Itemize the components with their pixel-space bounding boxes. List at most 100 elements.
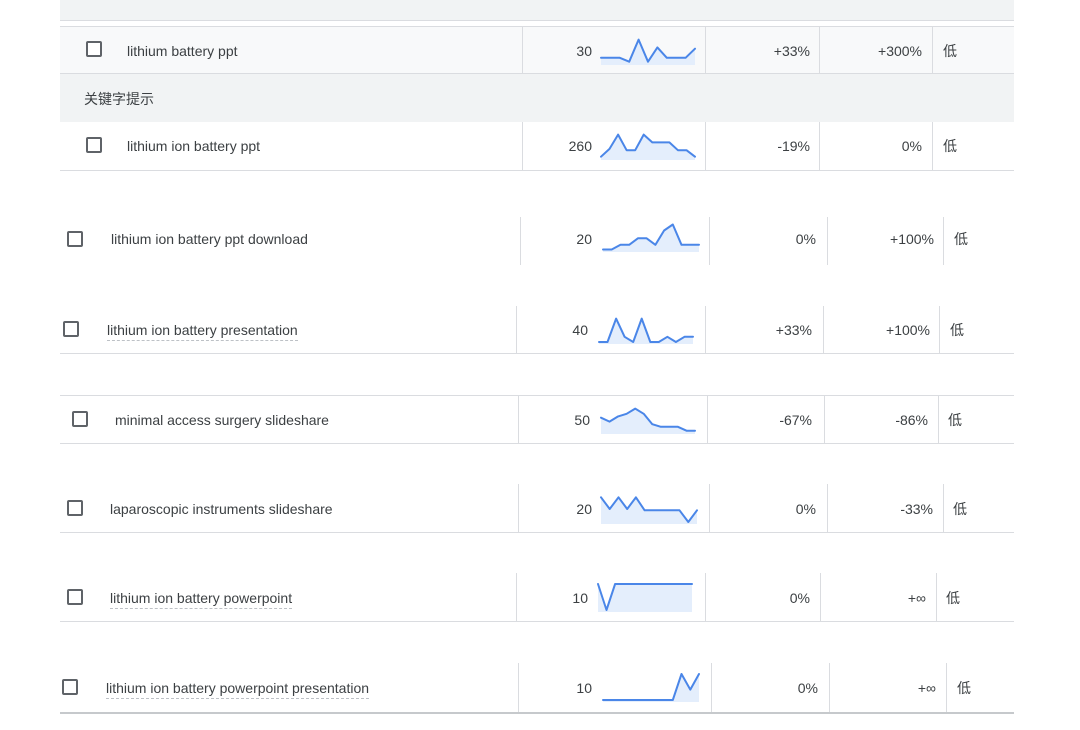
row-checkbox[interactable] bbox=[63, 321, 79, 337]
column-divider bbox=[824, 395, 825, 443]
column-divider bbox=[705, 27, 706, 73]
keyword-text[interactable]: lithium ion battery powerpoint presentat… bbox=[106, 679, 370, 699]
sparkline-area bbox=[603, 224, 699, 252]
column-divider bbox=[522, 27, 523, 73]
column-divider bbox=[516, 573, 517, 621]
column-divider bbox=[516, 306, 517, 353]
keyword-text[interactable]: lithium ion battery powerpoint bbox=[110, 589, 293, 609]
avg-monthly-searches: 20 bbox=[576, 501, 592, 517]
yoy-change: -86% bbox=[895, 412, 928, 428]
row-checkbox[interactable] bbox=[67, 589, 83, 605]
yoy-change: +∞ bbox=[917, 680, 936, 696]
column-divider bbox=[705, 573, 706, 621]
column-divider bbox=[705, 306, 706, 353]
yoy-change: +100% bbox=[890, 231, 934, 247]
competition-value: 低 bbox=[946, 590, 960, 606]
table-row[interactable]: lithium ion battery powerpoint 10 0% +∞ … bbox=[0, 573, 1080, 624]
column-divider bbox=[932, 122, 933, 170]
trend-sparkline bbox=[600, 407, 696, 434]
keyword-text[interactable]: lithium ion battery ppt bbox=[127, 137, 260, 155]
three-month-change: 0% bbox=[795, 231, 816, 247]
three-month-change: 0% bbox=[795, 501, 816, 517]
column-divider bbox=[711, 663, 712, 712]
three-month-change: -19% bbox=[777, 138, 810, 154]
table-row[interactable]: lithium ion battery ppt 260 -19% 0% 低 bbox=[60, 122, 1014, 171]
top-results-panel: lithium battery ppt 30 +33% +300% 低 关键字提… bbox=[60, 0, 1014, 172]
three-month-change: 0% bbox=[797, 680, 818, 696]
column-divider bbox=[946, 663, 947, 712]
table-row[interactable]: lithium ion battery powerpoint presentat… bbox=[0, 663, 1080, 715]
three-month-change: 0% bbox=[789, 590, 810, 606]
column-divider bbox=[823, 306, 824, 353]
row-checkbox[interactable] bbox=[86, 137, 102, 153]
keyword-text[interactable]: lithium ion battery presentation bbox=[107, 321, 298, 341]
column-divider bbox=[705, 122, 706, 170]
table-row[interactable]: lithium battery ppt 30 +33% +300% 低 bbox=[60, 26, 1014, 73]
column-divider bbox=[520, 217, 521, 265]
column-divider bbox=[943, 484, 944, 532]
keyword-text[interactable]: minimal access surgery slideshare bbox=[115, 411, 329, 429]
trend-sparkline bbox=[602, 673, 700, 702]
avg-monthly-searches: 40 bbox=[572, 322, 588, 338]
three-month-change: +33% bbox=[775, 322, 812, 338]
avg-monthly-searches: 50 bbox=[574, 412, 590, 428]
row-divider bbox=[60, 532, 1014, 533]
sparkline-area bbox=[598, 584, 692, 612]
column-divider bbox=[709, 217, 710, 265]
column-divider bbox=[522, 122, 523, 170]
yoy-change: 0% bbox=[901, 138, 922, 154]
keyword-text[interactable]: lithium battery ppt bbox=[127, 42, 238, 60]
column-divider bbox=[518, 395, 519, 443]
three-month-change: -67% bbox=[779, 412, 812, 428]
section-label: 关键字提示 bbox=[84, 91, 154, 107]
avg-monthly-searches: 20 bbox=[576, 231, 592, 247]
table-row[interactable]: laparoscopic instruments slideshare 20 0… bbox=[0, 484, 1080, 535]
three-month-change: +33% bbox=[773, 43, 810, 59]
yoy-change: +300% bbox=[878, 43, 922, 59]
yoy-change: +∞ bbox=[907, 590, 926, 606]
column-divider bbox=[707, 395, 708, 443]
trend-sparkline bbox=[600, 133, 696, 160]
competition-value: 低 bbox=[943, 138, 957, 154]
table-row[interactable]: minimal access surgery slideshare 50 -67… bbox=[0, 395, 1080, 446]
column-divider bbox=[820, 573, 821, 621]
row-checkbox[interactable] bbox=[86, 41, 102, 57]
column-divider bbox=[939, 306, 940, 353]
row-checkbox[interactable] bbox=[62, 679, 78, 695]
trend-sparkline bbox=[600, 496, 698, 524]
row-divider bbox=[60, 353, 1014, 354]
competition-value: 低 bbox=[950, 322, 964, 338]
keyword-text[interactable]: lithium ion battery ppt download bbox=[111, 230, 308, 248]
row-divider bbox=[60, 621, 1014, 622]
trend-sparkline bbox=[600, 38, 696, 65]
column-divider bbox=[709, 484, 710, 532]
row-divider bbox=[60, 395, 1014, 396]
yoy-change: +100% bbox=[886, 322, 930, 338]
competition-value: 低 bbox=[948, 412, 962, 428]
sparkline-line bbox=[600, 38, 696, 63]
column-divider bbox=[936, 573, 937, 621]
row-checkbox[interactable] bbox=[67, 500, 83, 516]
table-row[interactable]: lithium ion battery ppt download 20 0% +… bbox=[0, 214, 1080, 266]
trend-sparkline bbox=[602, 223, 700, 252]
column-divider bbox=[518, 484, 519, 532]
avg-monthly-searches: 30 bbox=[576, 43, 592, 59]
competition-value: 低 bbox=[957, 680, 971, 696]
competition-value: 低 bbox=[943, 43, 957, 59]
row-divider bbox=[60, 712, 1014, 714]
column-divider bbox=[938, 395, 939, 443]
trend-sparkline bbox=[598, 317, 694, 344]
keyword-text[interactable]: laparoscopic instruments slideshare bbox=[110, 500, 333, 518]
column-divider bbox=[819, 27, 820, 73]
column-divider bbox=[518, 663, 519, 712]
header-strip bbox=[60, 0, 1014, 21]
table-row[interactable]: lithium ion battery presentation 40 +33%… bbox=[0, 306, 1080, 356]
avg-monthly-searches: 10 bbox=[576, 680, 592, 696]
competition-value: 低 bbox=[953, 501, 967, 517]
column-divider bbox=[829, 663, 830, 712]
row-checkbox[interactable] bbox=[72, 411, 88, 427]
row-checkbox[interactable] bbox=[67, 231, 83, 247]
keyword-hint-section-header: 关键字提示 bbox=[60, 73, 1014, 123]
column-divider bbox=[827, 217, 828, 265]
column-divider bbox=[827, 484, 828, 532]
